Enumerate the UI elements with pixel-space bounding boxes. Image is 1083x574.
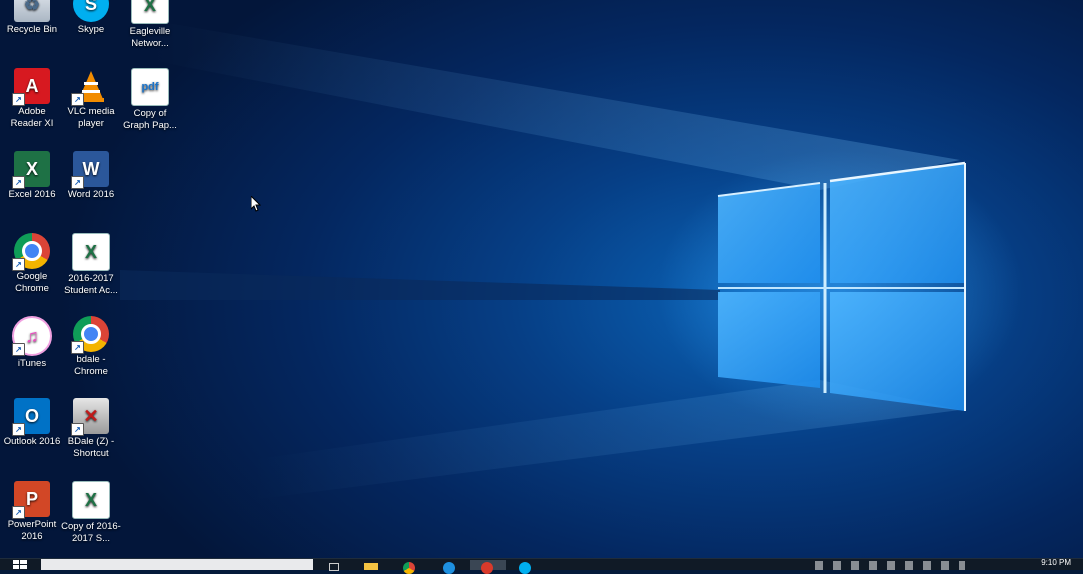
shortcut-arrow-icon: ↗ bbox=[12, 343, 25, 356]
chrome-profile-icon: ↗ bbox=[71, 316, 109, 354]
shortcut-arrow-icon: ↗ bbox=[12, 423, 25, 436]
adobe-reader-shortcut[interactable]: A ↗ Adobe Reader XI bbox=[2, 68, 62, 130]
word-2016-shortcut[interactable]: W ↗ Word 2016 bbox=[61, 151, 121, 201]
shortcut-arrow-icon: ↗ bbox=[12, 258, 25, 271]
skype-label: Skype bbox=[77, 24, 105, 35]
excel-icon: X ↗ bbox=[12, 151, 50, 189]
google-chrome-shortcut[interactable]: ↗ Google Chrome bbox=[2, 233, 62, 295]
chrome-icon: ↗ bbox=[12, 233, 50, 271]
powerpoint-2016-label: PowerPoint 2016 bbox=[7, 519, 57, 542]
outlook-icon: O ↗ bbox=[12, 398, 50, 436]
skype-shortcut[interactable]: S Skype bbox=[61, 0, 121, 36]
copy-2016-2017-spreadsheet[interactable]: X Copy of 2016-2017 S... bbox=[61, 481, 121, 545]
skype-icon: S bbox=[73, 0, 109, 22]
itunes-label: iTunes bbox=[17, 358, 47, 369]
skype-taskbar-icon bbox=[519, 562, 531, 574]
bdale-chrome-shortcut[interactable]: ↗ bdale - Chrome bbox=[61, 316, 121, 378]
excel-file-icon: X bbox=[72, 233, 110, 271]
recycle-bin-label: Recycle Bin bbox=[6, 24, 58, 35]
recycle-bin-icon: ♻ bbox=[14, 0, 50, 22]
graph-paper-label: Copy of Graph Pap... bbox=[123, 108, 177, 131]
word-icon: W ↗ bbox=[71, 151, 109, 189]
student-ac-label: 2016-2017 Student Ac... bbox=[64, 273, 118, 296]
graph-paper-pdf[interactable]: pdf Copy of Graph Pap... bbox=[120, 68, 180, 132]
powerpoint-2016-shortcut[interactable]: P ↗ PowerPoint 2016 bbox=[2, 481, 62, 543]
desktop[interactable]: ♻ Recycle Bin A ↗ Adobe Reader XI X ↗ Exce… bbox=[0, 0, 1083, 558]
taskbar: 9:10 PM bbox=[0, 558, 1083, 574]
vlc-shortcut[interactable]: ↗ VLC media player bbox=[61, 68, 121, 130]
google-chrome-label: Google Chrome bbox=[15, 271, 49, 294]
eagleville-network-spreadsheet[interactable]: X Eagleville Networ... bbox=[120, 0, 180, 50]
shortcut-arrow-icon: ↗ bbox=[71, 341, 84, 354]
pdf-file-icon: pdf bbox=[131, 68, 169, 106]
excel-file-icon: X bbox=[72, 481, 110, 519]
excel-2016-label: Excel 2016 bbox=[8, 189, 56, 200]
shortcut-arrow-icon: ↗ bbox=[71, 423, 84, 436]
copy-2016-2017-label: Copy of 2016-2017 S... bbox=[61, 521, 121, 544]
excel-2016-shortcut[interactable]: X ↗ Excel 2016 bbox=[2, 151, 62, 201]
shortcut-arrow-icon: ↗ bbox=[12, 93, 25, 106]
shortcut-arrow-icon: ↗ bbox=[71, 93, 84, 106]
adobe-reader-icon: A ↗ bbox=[12, 68, 50, 106]
eagleville-network-label: Eagleville Networ... bbox=[129, 26, 171, 49]
excel-file-icon: X bbox=[131, 0, 169, 24]
powerpoint-icon: P ↗ bbox=[12, 481, 50, 519]
bdale-drive-shortcut[interactable]: ✕ ↗ BDale (Z) - Shortcut bbox=[61, 398, 121, 460]
task-view-icon bbox=[329, 563, 339, 571]
recording-app-icon bbox=[481, 562, 493, 574]
outlook-2016-label: Outlook 2016 bbox=[3, 436, 61, 447]
vlc-label: VLC media player bbox=[67, 106, 115, 129]
mouse-cursor-icon bbox=[251, 196, 261, 212]
bdale-chrome-label: bdale - Chrome bbox=[74, 354, 108, 377]
internet-explorer-icon bbox=[443, 562, 455, 574]
adobe-reader-label: Adobe Reader XI bbox=[10, 106, 54, 129]
network-drive-icon: ✕ ↗ bbox=[71, 398, 109, 436]
start-button[interactable] bbox=[0, 559, 40, 570]
bdale-drive-label: BDale (Z) - Shortcut bbox=[67, 436, 115, 459]
shortcut-arrow-icon: ↗ bbox=[12, 176, 25, 189]
shortcut-arrow-icon: ↗ bbox=[12, 506, 25, 519]
search-box[interactable] bbox=[41, 559, 313, 570]
word-2016-label: Word 2016 bbox=[67, 189, 115, 200]
recycle-bin-shortcut[interactable]: ♻ Recycle Bin bbox=[2, 0, 62, 36]
itunes-shortcut[interactable]: ♫ ↗ iTunes bbox=[2, 316, 62, 370]
vlc-icon: ↗ bbox=[71, 68, 109, 106]
student-ac-spreadsheet[interactable]: X 2016-2017 Student Ac... bbox=[61, 233, 121, 297]
clock[interactable]: 9:10 PM bbox=[1041, 558, 1071, 568]
itunes-icon: ♫ ↗ bbox=[12, 316, 52, 356]
outlook-2016-shortcut[interactable]: O ↗ Outlook 2016 bbox=[2, 398, 62, 448]
shortcut-arrow-icon: ↗ bbox=[71, 176, 84, 189]
chrome-taskbar-icon bbox=[403, 562, 415, 574]
